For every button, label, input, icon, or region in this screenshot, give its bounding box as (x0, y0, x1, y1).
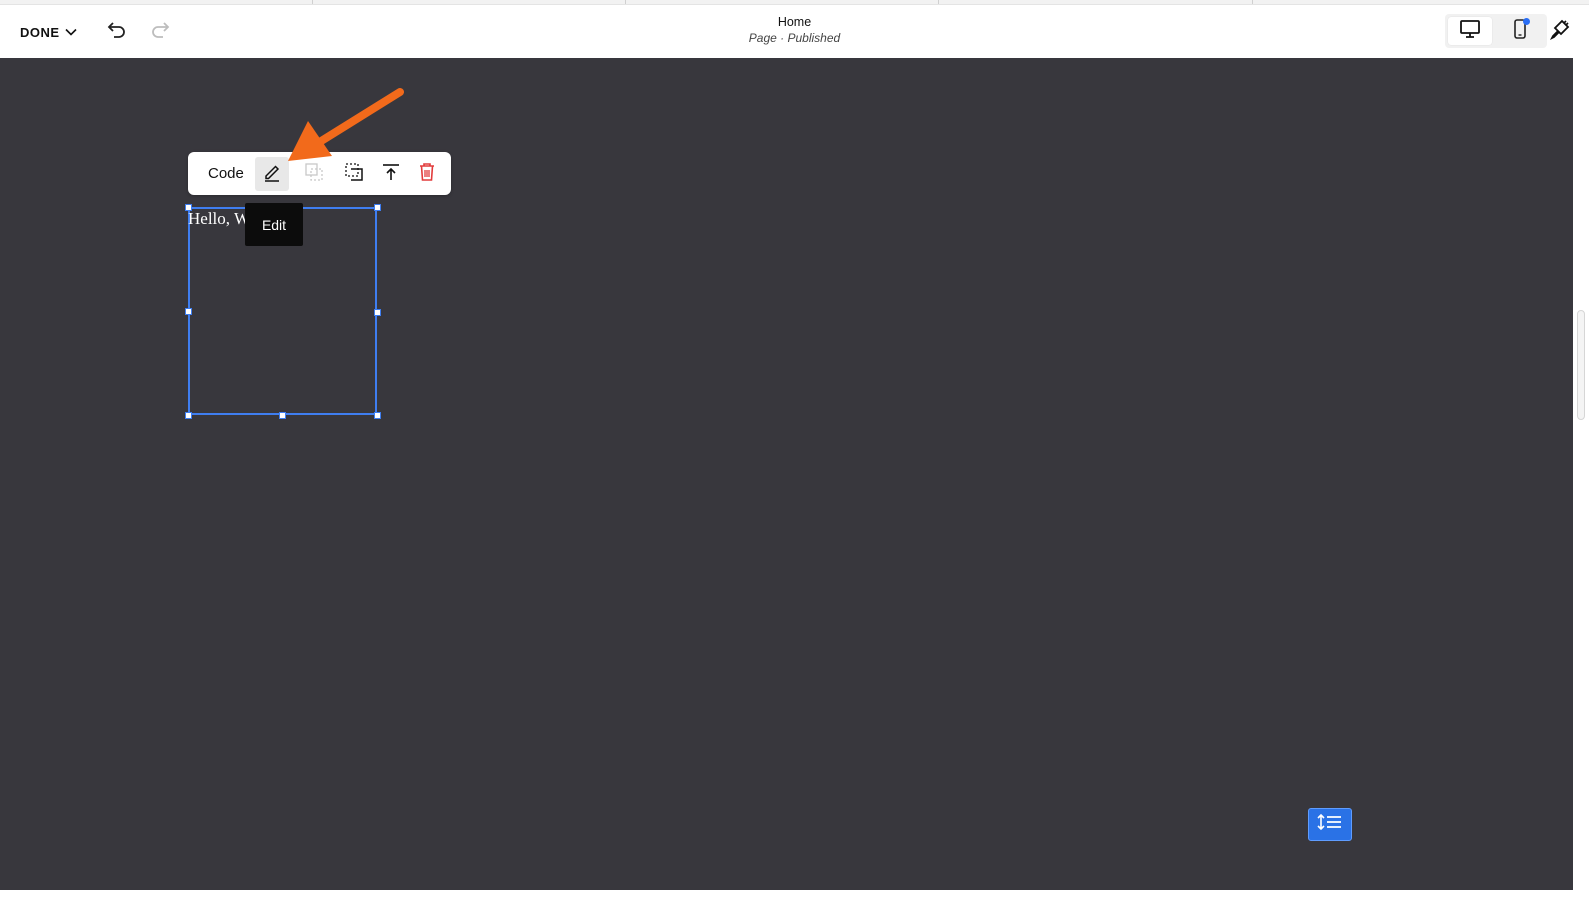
annotation-arrow (280, 86, 405, 171)
page-status: Page · Published (748, 31, 841, 45)
desktop-icon (1459, 19, 1481, 44)
block-type-label: Code (208, 165, 244, 182)
desktop-view-button[interactable] (1448, 17, 1492, 45)
line-height-icon (1317, 813, 1343, 836)
code-block-text: Hello, World (188, 209, 248, 228)
page-title: Home (777, 15, 812, 29)
delete-button[interactable] (410, 157, 444, 191)
resize-handle-bottom-right[interactable] (374, 412, 381, 419)
resize-handle-middle-right[interactable] (374, 309, 381, 316)
scrollbar-thumb[interactable] (1577, 310, 1585, 420)
paintbrush-icon (1549, 18, 1571, 45)
pencil-icon (262, 162, 282, 187)
section-spacing-button[interactable] (1308, 808, 1352, 841)
resize-handle-bottom-center[interactable] (279, 412, 286, 419)
window-bottom-edge (0, 890, 1589, 905)
edit-tooltip: Edit (245, 203, 303, 246)
device-toggle (1445, 14, 1547, 48)
trash-icon (418, 162, 436, 187)
resize-handle-top-right[interactable] (374, 204, 381, 211)
resize-handle-top-left[interactable] (185, 204, 192, 211)
site-styles-button[interactable] (1548, 19, 1572, 43)
resize-handle-bottom-left[interactable] (185, 412, 192, 419)
editor-header: DONE Home Page · Published (0, 5, 1589, 59)
mobile-view-button[interactable] (1498, 17, 1542, 45)
resize-handle-middle-left[interactable] (185, 308, 192, 315)
page-title-area: Home Page · Published (0, 14, 1589, 46)
scrollbar[interactable] (1573, 58, 1589, 890)
notification-dot (1523, 18, 1530, 25)
